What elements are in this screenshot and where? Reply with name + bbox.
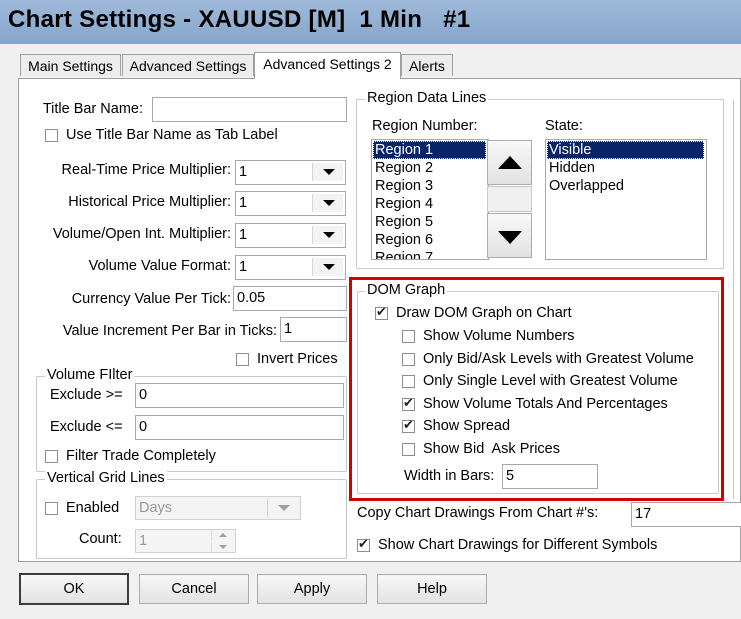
volume-value-format-label: Volume Value Format: [88,258,231,274]
state-label: State: [545,118,583,134]
ok-button[interactable]: OK [19,573,129,605]
show-totals-label: Show Volume Totals And Percentages [423,396,668,412]
title-bar-name-input[interactable] [152,97,347,122]
list-scroll-track[interactable] [487,186,532,212]
grid-enabled-checkbox[interactable] [45,502,58,515]
list-item[interactable]: Region 2 [372,159,488,177]
use-title-bar-label: Use Title Bar Name as Tab Label [66,127,278,143]
exclude-le-input[interactable]: 0 [135,415,344,440]
tab-label: Advanced Settings 2 [263,56,392,72]
show-drawings-different-label: Show Chart Drawings for Different Symbol… [378,537,658,553]
state-list[interactable]: Visible Hidden Overlapped [545,139,707,260]
show-bid-ask-prices-checkbox[interactable] [402,443,415,456]
draw-dom-checkbox[interactable] [375,304,388,320]
show-totals-checkbox[interactable] [402,395,415,411]
list-item[interactable]: Visible [547,141,704,159]
list-item[interactable]: Region 7 [372,249,488,259]
historical-multiplier-label: Historical Price Multiplier: [68,194,231,210]
tab-advanced-settings-2[interactable]: Advanced Settings 2 [254,52,401,79]
currency-value-input[interactable]: 0.05 [233,286,347,311]
width-in-bars-input[interactable]: 5 [502,464,598,489]
list-item[interactable]: Hidden [546,159,706,177]
title-bar[interactable]: Chart Settings - XAUUSD [M] 1 Min #1 [0,0,741,45]
only-single-level-checkbox[interactable] [402,375,415,388]
currency-value-label: Currency Value Per Tick: [71,291,231,307]
width-in-bars-label: Width in Bars: [404,468,495,484]
show-volume-numbers-label: Show Volume Numbers [423,328,575,344]
invert-prices-label: Invert Prices [257,351,338,367]
invert-prices-checkbox[interactable] [236,353,249,366]
tab-main-settings[interactable]: Main Settings [20,54,121,76]
move-up-button[interactable] [487,140,532,185]
show-bid-ask-prices-label: Show Bid Ask Prices [423,441,560,457]
tab-alerts[interactable]: Alerts [401,54,453,76]
realtime-multiplier-select[interactable]: 1 [235,160,346,185]
select-value: 1 [239,227,248,243]
only-bid-ask-label: Only Bid/Ask Levels with Greatest Volume [423,351,694,367]
exclude-le-label: Exclude <= [50,419,123,435]
region-number-label: Region Number: [372,118,478,134]
window-title: Chart Settings - XAUUSD [M] 1 Min #1 [8,6,471,33]
region-number-list[interactable]: Region 1 Region 2 Region 3 Region 4 Regi… [371,139,489,260]
chevron-down-icon[interactable] [312,163,343,181]
copy-drawings-input[interactable]: 17 [631,502,741,527]
realtime-multiplier-label: Real-Time Price Multiplier: [61,162,231,178]
volume-filter-title: Volume FIlter [45,367,135,383]
grid-interval-select[interactable]: Days [135,496,301,520]
value-increment-input[interactable]: 1 [280,317,347,342]
filter-trade-label: Filter Trade Completely [66,448,216,464]
arrow-up-icon [497,156,522,169]
count-up-arrow-icon[interactable] [211,531,234,541]
only-bid-ask-checkbox[interactable] [402,353,415,366]
list-item[interactable]: Region 5 [372,213,488,231]
vertical-grid-title: Vertical Grid Lines [45,470,167,486]
title-bar-name-label: Title Bar Name: [42,101,143,117]
chevron-down-icon[interactable] [312,258,343,276]
only-single-level-label: Only Single Level with Greatest Volume [423,373,678,389]
select-value: 1 [239,195,248,211]
exclude-ge-input[interactable]: 0 [135,383,344,408]
chevron-down-icon[interactable] [312,194,343,212]
show-volume-numbers-checkbox[interactable] [402,330,415,343]
filter-trade-checkbox[interactable] [45,450,58,463]
chevron-down-icon[interactable] [267,499,298,517]
exclude-ge-label: Exclude >= [50,387,123,403]
help-button[interactable]: Help [377,574,487,604]
tab-advanced-settings[interactable]: Advanced Settings [122,54,254,76]
select-value: 1 [239,259,248,275]
chevron-down-icon[interactable] [312,226,343,244]
arrow-down-icon [497,231,522,244]
copy-drawings-label: Copy Chart Drawings From Chart #'s: [357,505,599,521]
show-spread-label: Show Spread [423,418,511,434]
select-value: 1 [239,164,248,180]
volume-value-format-select[interactable]: 1 [235,255,346,280]
value-increment-label: Value Increment Per Bar in Ticks: [62,323,277,339]
cancel-button[interactable]: Cancel [139,574,249,604]
list-item[interactable]: Overlapped [546,177,706,195]
list-item[interactable]: Region 6 [372,231,488,249]
move-down-button[interactable] [487,213,532,258]
volume-oi-multiplier-select[interactable]: 1 [235,223,346,248]
tab-label: Advanced Settings [129,58,247,74]
use-title-bar-checkbox[interactable] [45,129,58,142]
draw-dom-label: Draw DOM Graph on Chart [396,305,572,321]
divider [733,99,734,499]
grid-enabled-label: Enabled [66,500,120,516]
apply-button[interactable]: Apply [257,574,367,604]
list-item[interactable]: Region 3 [372,177,488,195]
count-down-arrow-icon[interactable] [211,542,234,552]
region-data-title: Region Data Lines [365,90,489,106]
volume-oi-multiplier-label: Volume/Open Int. Multiplier: [52,226,231,242]
historical-multiplier-select[interactable]: 1 [235,191,346,216]
tab-label: Alerts [409,58,445,74]
select-value: Days [139,500,173,516]
list-item[interactable]: Region 4 [372,195,488,213]
dom-graph-title: DOM Graph [365,282,448,298]
tab-label: Main Settings [28,58,113,74]
show-spread-checkbox[interactable] [402,417,415,433]
list-item[interactable]: Region 1 [373,141,486,159]
grid-count-label: Count: [79,531,122,547]
show-drawings-different-checkbox[interactable] [357,536,370,552]
